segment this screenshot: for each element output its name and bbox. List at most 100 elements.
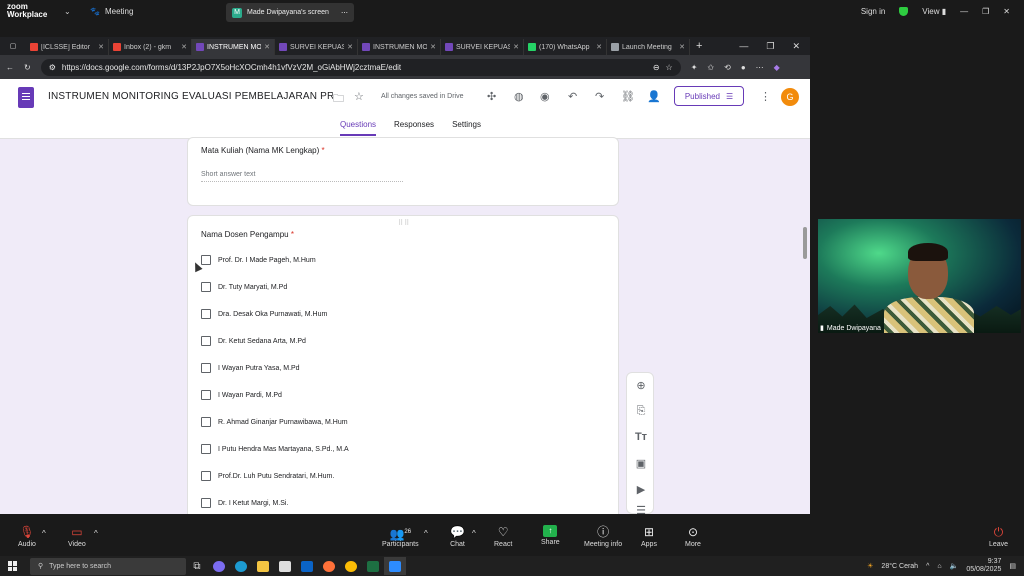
add-title-icon[interactable]: Tт xyxy=(634,431,648,443)
checkbox-option[interactable]: Prof.Dr. Luh Putu Sendratari, M.Hum. xyxy=(201,471,334,481)
checkbox[interactable] xyxy=(201,417,211,427)
view-button[interactable]: View ▮ xyxy=(922,7,946,16)
site-info-icon[interactable]: ⚙ xyxy=(49,63,56,72)
browser-tab[interactable]: (170) WhatsApp ✕ xyxy=(524,39,607,55)
copilot-app-icon[interactable] xyxy=(208,557,230,575)
checkbox-option[interactable]: Dr. Tuty Maryati, M.Pd xyxy=(201,282,287,292)
checkbox-option[interactable]: I Wayan Putra Yasa, M.Pd xyxy=(201,363,300,373)
add-collaborator-icon[interactable]: 👤 xyxy=(647,90,661,103)
browser-tab[interactable]: INSTRUMEN MO ✕ xyxy=(358,39,441,55)
more-options-icon[interactable]: ⋯ xyxy=(341,9,348,17)
volume-icon[interactable]: 🔈 xyxy=(950,562,959,570)
copilot-icon[interactable]: ◆ xyxy=(774,63,780,72)
browser-tab[interactable]: INSTRUMEN MO ✕ xyxy=(192,39,275,55)
addon-puzzle-icon[interactable]: ✣ xyxy=(487,90,496,103)
weather-icon[interactable]: ☀ xyxy=(867,562,873,570)
close-tab-icon[interactable]: ✕ xyxy=(98,43,104,51)
browser-menu-icon[interactable]: ⋯ xyxy=(756,63,764,72)
profile-icon[interactable]: ● xyxy=(741,63,746,72)
zoom-out-icon[interactable]: ⊖ xyxy=(653,63,660,72)
reload-icon[interactable]: ↻ xyxy=(24,63,31,72)
tray-chevron-icon[interactable]: ^ xyxy=(926,563,929,570)
checkbox[interactable] xyxy=(201,471,211,481)
redo-icon[interactable]: ↷ xyxy=(595,90,604,103)
firefox-app-icon[interactable] xyxy=(318,557,340,575)
extensions-icon[interactable]: ✦ xyxy=(691,63,698,72)
question-card-lecturer[interactable]: ⠿⠿ Nama Dosen Pengampu * Prof. Dr. I Mad… xyxy=(187,215,619,514)
more-vert-icon[interactable]: ⋮ xyxy=(760,90,771,103)
add-video-icon[interactable]: ▶ xyxy=(634,483,648,496)
checkbox-option[interactable]: Dr. Ketut Sedana Arta, M.Pd xyxy=(201,336,306,346)
notifications-icon[interactable]: ▤ xyxy=(1009,562,1016,570)
checkbox[interactable] xyxy=(201,363,211,373)
chrome-app-icon[interactable] xyxy=(340,557,362,575)
task-view-icon[interactable]: ⧉ xyxy=(186,557,208,575)
share-button[interactable]: ↑ Share xyxy=(541,525,560,546)
audio-button[interactable]: 🎙 Audio xyxy=(18,525,36,548)
checkbox-option[interactable]: Dr. I Ketut Margi, M.Si. xyxy=(201,498,288,508)
scrollbar-thumb[interactable] xyxy=(803,227,807,259)
close-icon[interactable]: ✕ xyxy=(792,41,800,52)
google-forms-icon[interactable] xyxy=(18,87,34,108)
zoom-app-icon[interactable] xyxy=(384,557,406,575)
link-icon[interactable]: ⛓ xyxy=(621,90,635,103)
checkbox-option[interactable]: R. Ahmad Ginanjar Purnawibawa, M.Hum xyxy=(201,417,348,427)
star-icon[interactable]: ☆ xyxy=(354,90,364,103)
shield-icon[interactable] xyxy=(899,6,909,16)
taskbar-search[interactable]: ⚲ Type here to search xyxy=(30,557,186,575)
close-tab-icon[interactable]: ✕ xyxy=(430,43,436,51)
palette-icon[interactable]: ◍ xyxy=(514,90,524,103)
checkbox[interactable] xyxy=(201,336,211,346)
drag-handle-icon[interactable]: ⠿⠿ xyxy=(398,219,410,227)
restore-icon[interactable]: ❐ xyxy=(766,41,774,52)
video-options-chevron-icon[interactable]: ^ xyxy=(94,529,98,538)
checkbox-option[interactable]: I Putu Hendra Mas Martayana, S.Pd., M.A xyxy=(201,444,349,454)
close-tab-icon[interactable]: ✕ xyxy=(264,43,270,51)
checkbox[interactable] xyxy=(201,390,211,400)
browser-tab[interactable]: Inbox (2) - gkm ✕ xyxy=(109,39,192,55)
close-tab-icon[interactable]: ✕ xyxy=(181,43,187,51)
preview-eye-icon[interactable]: ◉ xyxy=(540,90,550,103)
close-icon[interactable]: ✕ xyxy=(1003,7,1010,16)
store-app-icon[interactable] xyxy=(274,557,296,575)
network-icon[interactable]: ⌂ xyxy=(937,563,941,570)
back-icon[interactable]: ← xyxy=(6,63,14,72)
participants-chevron-icon[interactable]: ^ xyxy=(424,529,428,538)
browser-tab[interactable]: SURVEI KEPUAS ✕ xyxy=(275,39,358,55)
browser-tab[interactable]: Launch Meeting ✕ xyxy=(607,39,690,55)
avatar[interactable]: G xyxy=(781,88,799,106)
participants-button[interactable]: 👥26 Participants xyxy=(382,525,419,548)
excel-app-icon[interactable] xyxy=(362,557,384,575)
checkbox-option[interactable]: I Wayan Pardi, M.Pd xyxy=(201,390,282,400)
restore-icon[interactable]: ❐ xyxy=(982,7,989,16)
close-tab-icon[interactable]: ✕ xyxy=(596,43,602,51)
checkbox[interactable] xyxy=(201,309,211,319)
history-icon[interactable]: ⟲ xyxy=(724,63,731,72)
outlook-app-icon[interactable] xyxy=(296,557,318,575)
file-explorer-app-icon[interactable] xyxy=(252,557,274,575)
browser-tab[interactable]: SURVEI KEPUAS ✕ xyxy=(441,39,524,55)
tab-responses[interactable]: Responses xyxy=(394,120,434,136)
add-section-icon[interactable]: ☰ xyxy=(634,504,648,514)
more-button[interactable]: ⊙ More xyxy=(685,525,701,548)
checkbox[interactable] xyxy=(201,498,211,508)
import-questions-icon[interactable]: ⎘ xyxy=(634,405,648,418)
weather-text[interactable]: 28°C Cerah xyxy=(881,563,918,570)
form-title[interactable]: INSTRUMEN MONITORING EVALUASI PEMBELAJAR… xyxy=(48,91,333,102)
add-question-icon[interactable]: ⊕ xyxy=(634,379,648,392)
close-tab-icon[interactable]: ✕ xyxy=(347,43,353,51)
add-image-icon[interactable]: ▣ xyxy=(634,457,648,470)
participant-video[interactable] xyxy=(818,219,1021,333)
audio-options-chevron-icon[interactable]: ^ xyxy=(42,529,46,538)
react-button[interactable]: ♡ React xyxy=(494,525,512,548)
minimize-icon[interactable]: — xyxy=(960,7,968,16)
tab-questions[interactable]: Questions xyxy=(340,120,377,136)
close-tab-icon[interactable]: ✕ xyxy=(679,43,685,51)
checkbox[interactable] xyxy=(201,444,211,454)
chat-chevron-icon[interactable]: ^ xyxy=(472,529,476,538)
windows-start-icon[interactable] xyxy=(8,561,18,571)
edge-app-icon[interactable] xyxy=(230,557,252,575)
apps-button[interactable]: ⊞ Apps xyxy=(641,525,657,548)
new-tab-icon[interactable]: + xyxy=(690,40,708,55)
video-button[interactable]: ▭ Video xyxy=(68,525,86,548)
